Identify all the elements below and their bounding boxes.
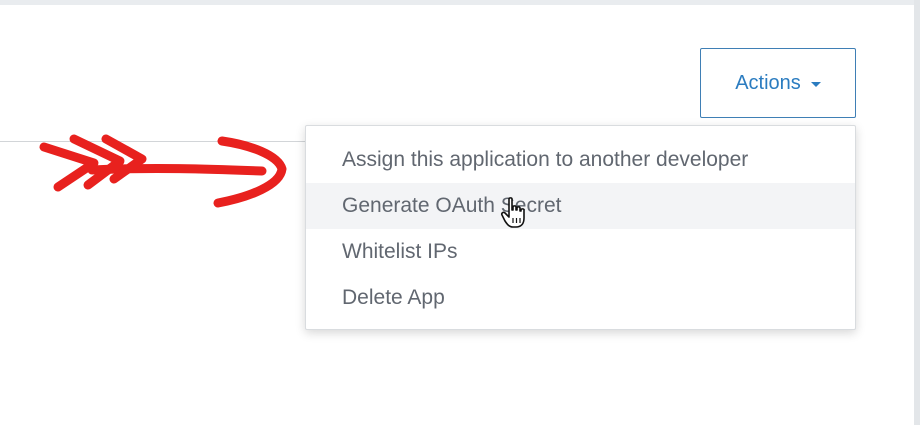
actions-dropdown-menu: Assign this application to another devel… xyxy=(305,125,856,330)
red-arrow-annotation-icon xyxy=(39,134,287,208)
menu-item-whitelist-ips[interactable]: Whitelist IPs xyxy=(306,229,855,275)
actions-button-label: Actions xyxy=(735,71,801,94)
menu-item-assign-application[interactable]: Assign this application to another devel… xyxy=(306,137,855,183)
menu-item-delete-app[interactable]: Delete App xyxy=(306,275,855,321)
caret-down-icon xyxy=(810,82,821,87)
section-divider xyxy=(0,141,320,142)
menu-item-generate-oauth-secret[interactable]: Generate OAuth Secret xyxy=(306,183,855,229)
right-border xyxy=(914,0,920,425)
actions-button[interactable]: Actions xyxy=(700,48,856,118)
top-border xyxy=(0,0,920,5)
page: Actions Assign this application to anoth… xyxy=(0,0,920,425)
